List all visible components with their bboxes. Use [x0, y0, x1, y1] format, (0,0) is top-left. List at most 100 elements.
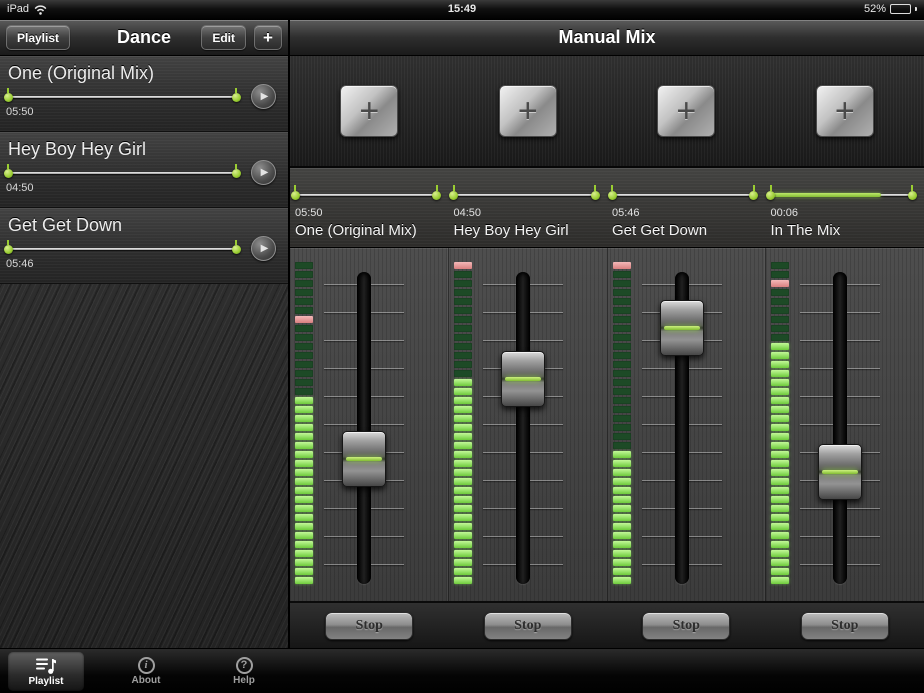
- level-meter: [454, 262, 472, 586]
- mix-nav-bar: Manual Mix: [290, 20, 924, 56]
- app-screen: iPad 15:49 52% Dance Playlist Edit + Man…: [0, 0, 924, 693]
- slider-handle-right[interactable]: [232, 245, 241, 254]
- add-track-button[interactable]: +: [657, 85, 715, 137]
- slider-handle-right[interactable]: [908, 191, 917, 200]
- level-meter: [613, 262, 631, 586]
- mixer-channel: [766, 248, 924, 601]
- mixer-channel: [449, 248, 608, 601]
- mixer-row: [290, 248, 924, 601]
- stop-button[interactable]: Stop: [801, 612, 889, 640]
- battery-tip: [915, 7, 917, 11]
- track-duration: 04:50: [6, 182, 34, 194]
- slider-track: [8, 172, 236, 174]
- volume-fader[interactable]: [342, 431, 386, 487]
- track-title: One (Original Mix): [8, 63, 154, 84]
- mixer-channel: [290, 248, 449, 601]
- slider-handle-left[interactable]: [766, 191, 775, 200]
- battery-percent: 52%: [864, 3, 886, 15]
- deck-track-info: 00:06 In The Mix: [766, 168, 924, 247]
- slider-handle-left[interactable]: [449, 191, 458, 200]
- track-duration: 05:46: [6, 258, 34, 270]
- stop-row: Stop Stop Stop Stop: [290, 601, 924, 648]
- add-track-button[interactable]: +: [499, 85, 557, 137]
- slider-handle-left[interactable]: [4, 169, 13, 178]
- deck-position-slider[interactable]: [454, 190, 596, 200]
- trim-slider[interactable]: [8, 92, 236, 102]
- add-track-button[interactable]: +: [816, 85, 874, 137]
- deck-time: 04:50: [454, 207, 608, 219]
- fader-track: [516, 272, 530, 584]
- help-icon: ?: [236, 657, 253, 674]
- play-button[interactable]: ▶: [251, 84, 276, 109]
- tab-help[interactable]: ? Help: [206, 652, 282, 691]
- slider-track: [8, 248, 236, 250]
- status-bar: iPad 15:49 52%: [0, 0, 924, 20]
- deck-track-name: Hey Boy Hey Girl: [454, 222, 608, 239]
- slider-handle-right[interactable]: [432, 191, 441, 200]
- tab-label-playlist: Playlist: [28, 676, 63, 687]
- playlist-item[interactable]: Get Get Down 05:46 ▶: [0, 208, 288, 284]
- edit-button[interactable]: Edit: [201, 25, 246, 50]
- playlist-nav-bar: Dance Playlist Edit +: [0, 20, 290, 56]
- slider-track: [612, 194, 754, 196]
- stop-button[interactable]: Stop: [642, 612, 730, 640]
- play-button[interactable]: ▶: [251, 160, 276, 185]
- volume-fader[interactable]: [818, 444, 862, 500]
- playlist-item[interactable]: Hey Boy Hey Girl 04:50 ▶: [0, 132, 288, 208]
- track-duration: 05:50: [6, 106, 34, 118]
- playlist-icon: [35, 657, 57, 675]
- clock: 15:49: [0, 3, 924, 15]
- stop-button[interactable]: Stop: [325, 612, 413, 640]
- deck-position-slider[interactable]: [771, 190, 913, 200]
- fader-track: [833, 272, 847, 584]
- slider-handle-right[interactable]: [749, 191, 758, 200]
- slider-track: [8, 96, 236, 98]
- playlist-empty-area: [0, 284, 288, 648]
- fader-grip-line: [346, 457, 382, 461]
- deck-stop-slot: Stop: [766, 603, 924, 648]
- deck-track-name: Get Get Down: [612, 222, 766, 239]
- level-meter: [295, 262, 313, 586]
- slider-handle-left[interactable]: [4, 245, 13, 254]
- tab-label-about: About: [132, 675, 161, 686]
- fader-grip-line: [822, 470, 858, 474]
- slider-progress: [771, 193, 881, 197]
- deck-stop-slot: Stop: [290, 603, 449, 648]
- play-button[interactable]: ▶: [251, 236, 276, 261]
- mixer-channel: [608, 248, 767, 601]
- tab-bar: Playlist i About ? Help: [0, 648, 924, 693]
- battery-icon: [890, 4, 911, 14]
- info-icon: i: [138, 657, 155, 674]
- tab-playlist[interactable]: Playlist: [8, 652, 84, 691]
- add-row: + + + +: [290, 56, 924, 168]
- slider-handle-right[interactable]: [591, 191, 600, 200]
- slider-handle-right[interactable]: [232, 93, 241, 102]
- track-row: 05:50 One (Original Mix) 04:50 Hey Boy H…: [290, 168, 924, 248]
- slider-handle-right[interactable]: [232, 169, 241, 178]
- volume-fader[interactable]: [501, 351, 545, 407]
- playlist-items: One (Original Mix) 05:50 ▶ Hey Boy Hey G…: [0, 56, 288, 284]
- deck-time: 05:46: [612, 207, 766, 219]
- mixer-panel: + + + + 05:50 One (Original Mix) 04:50 H…: [290, 56, 924, 648]
- trim-slider[interactable]: [8, 168, 236, 178]
- playlist-item[interactable]: One (Original Mix) 05:50 ▶: [0, 56, 288, 132]
- tab-about[interactable]: i About: [108, 652, 184, 691]
- fader-grip-line: [664, 326, 700, 330]
- deck-slot: +: [607, 56, 766, 166]
- stop-button[interactable]: Stop: [484, 612, 572, 640]
- deck-track-name: One (Original Mix): [295, 222, 449, 239]
- page-title: Manual Mix: [290, 27, 924, 48]
- add-track-button[interactable]: +: [340, 85, 398, 137]
- playlist-back-button[interactable]: Playlist: [6, 25, 70, 50]
- volume-fader[interactable]: [660, 300, 704, 356]
- deck-position-slider[interactable]: [612, 190, 754, 200]
- add-song-button[interactable]: +: [254, 25, 282, 50]
- deck-position-slider[interactable]: [295, 190, 437, 200]
- slider-handle-left[interactable]: [608, 191, 617, 200]
- fader-grip-line: [505, 377, 541, 381]
- slider-handle-left[interactable]: [4, 93, 13, 102]
- deck-track-info: 05:50 One (Original Mix): [290, 168, 449, 247]
- slider-handle-left[interactable]: [291, 191, 300, 200]
- deck-track-info: 05:46 Get Get Down: [607, 168, 766, 247]
- trim-slider[interactable]: [8, 244, 236, 254]
